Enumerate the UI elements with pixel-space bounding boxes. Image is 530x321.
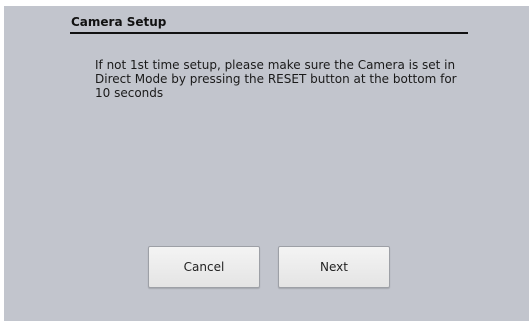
title-divider [70, 32, 468, 34]
camera-setup-dialog: Camera Setup If not 1st time setup, plea… [4, 6, 529, 321]
dialog-title: Camera Setup [71, 15, 167, 29]
dialog-message: If not 1st time setup, please make sure … [95, 58, 457, 100]
cancel-button[interactable]: Cancel [148, 246, 260, 288]
next-button[interactable]: Next [278, 246, 390, 288]
